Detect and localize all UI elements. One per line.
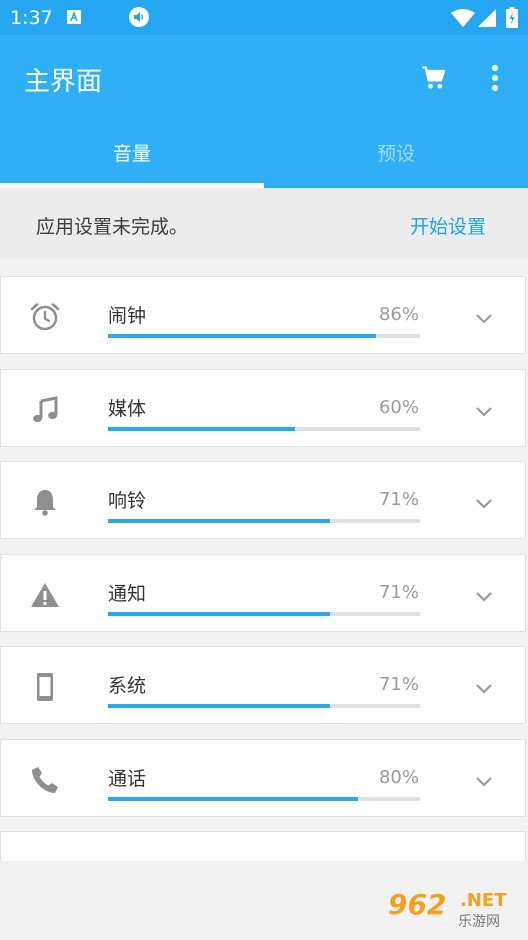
volume-label-ringer: 响铃 bbox=[108, 490, 147, 512]
volume-slider-call[interactable] bbox=[108, 797, 420, 801]
phone-call-icon bbox=[32, 767, 58, 793]
volume-label-system: 系统 bbox=[108, 675, 147, 697]
volume-label-alarm: 闹钟 bbox=[108, 305, 147, 327]
slider-fill bbox=[108, 334, 377, 338]
battery-icon bbox=[506, 7, 518, 28]
start-setup-button[interactable]: 开始设置 bbox=[410, 212, 486, 239]
volume-slider-ringer[interactable] bbox=[108, 519, 420, 523]
volume-card-media[interactable]: 媒体 60% bbox=[0, 369, 526, 447]
volume-percent-media: 60% bbox=[378, 397, 419, 418]
watermark-subtitle: 乐游网 bbox=[458, 914, 500, 930]
chevron-down-icon[interactable] bbox=[473, 770, 495, 792]
setup-banner: 应用设置未完成。 开始设置 bbox=[0, 188, 528, 258]
more-vert-icon[interactable] bbox=[484, 63, 506, 93]
volume-percent-ringer: 71% bbox=[378, 489, 419, 510]
watermark-suffix: .NET bbox=[460, 890, 507, 911]
slider-fill bbox=[108, 519, 330, 523]
phone-device-icon bbox=[37, 673, 53, 701]
setup-message: 应用设置未完成。 bbox=[36, 216, 189, 238]
volume-slider-media[interactable] bbox=[108, 427, 420, 431]
slider-fill bbox=[108, 704, 330, 708]
volume-card-system[interactable]: 系统 71% bbox=[0, 646, 526, 724]
volume-card-ringer[interactable]: 响铃 71% bbox=[0, 461, 526, 539]
watermark-brand: 962 bbox=[388, 888, 447, 921]
volume-card-alarm[interactable]: 闹钟 86% bbox=[0, 276, 526, 354]
chevron-down-icon[interactable] bbox=[473, 492, 495, 514]
alarm-icon bbox=[30, 303, 60, 331]
slider-fill bbox=[108, 612, 330, 616]
volume-label-notification: 通知 bbox=[108, 583, 147, 605]
watermark-logo: 962 .NET 乐游网 bbox=[388, 888, 524, 936]
status-time: 1:37 bbox=[10, 7, 53, 29]
volume-icon bbox=[129, 7, 149, 27]
volume-percent-system: 71% bbox=[378, 674, 419, 695]
warning-icon bbox=[31, 583, 59, 607]
volume-slider-system[interactable] bbox=[108, 704, 420, 708]
bell-icon bbox=[34, 490, 56, 516]
tab-preset[interactable]: 预设 bbox=[264, 139, 528, 166]
status-bar: 1:37 bbox=[0, 0, 528, 35]
app-bar: 主界面 音量 预设 bbox=[0, 35, 528, 188]
signal-icon bbox=[478, 9, 496, 27]
volume-label-media: 媒体 bbox=[108, 398, 147, 420]
volume-card-call[interactable]: 通话 80% bbox=[0, 739, 526, 817]
volume-card-notification[interactable]: 通知 71% bbox=[0, 554, 526, 632]
slider-fill bbox=[108, 797, 358, 801]
page-title: 主界面 bbox=[24, 67, 103, 97]
volume-label-call: 通话 bbox=[108, 768, 147, 790]
chevron-down-icon[interactable] bbox=[473, 677, 495, 699]
chevron-down-icon[interactable] bbox=[473, 400, 495, 422]
chevron-down-icon[interactable] bbox=[473, 307, 495, 329]
a-notification-icon bbox=[67, 10, 81, 24]
music-note-icon bbox=[33, 396, 58, 423]
volume-slider-alarm[interactable] bbox=[108, 334, 420, 338]
wifi-icon bbox=[451, 9, 475, 27]
chevron-down-icon[interactable] bbox=[473, 585, 495, 607]
tab-volume[interactable]: 音量 bbox=[0, 139, 264, 166]
volume-percent-call: 80% bbox=[378, 767, 419, 788]
cart-icon[interactable] bbox=[420, 64, 448, 92]
slider-fill bbox=[108, 427, 296, 431]
volume-slider-notification[interactable] bbox=[108, 612, 420, 616]
volume-card-partial bbox=[0, 831, 526, 861]
volume-percent-alarm: 86% bbox=[378, 304, 419, 325]
volume-percent-notification: 71% bbox=[378, 582, 419, 603]
